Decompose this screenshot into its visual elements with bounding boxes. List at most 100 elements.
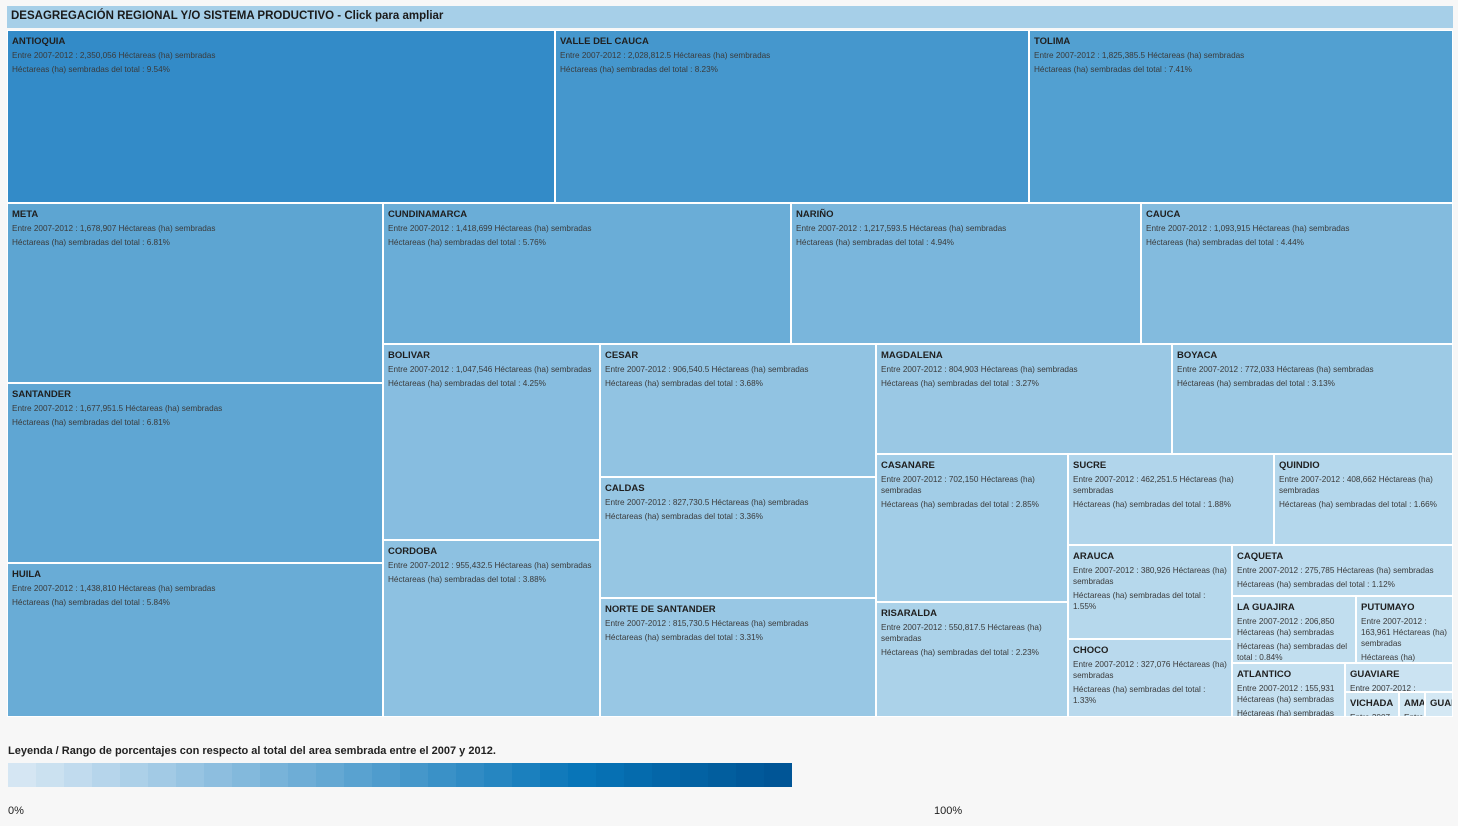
cell-value-text: Entre 2007-2012 : 804,903 Héctareas (ha)… [881, 365, 1078, 374]
cell-value-text: Entre 2007-2012 : 462,251.5 Héctareas (h… [1073, 475, 1234, 495]
treemap-cell-cordoba[interactable]: CORDOBA Entre 2007-2012 : 955,432.5 Hécta… [383, 540, 600, 717]
legend-swatch [8, 763, 36, 787]
cell-value-text: Entre 2007-2012 : 275,785 Héctareas (ha)… [1237, 566, 1434, 575]
cell-name: CHOCO [1073, 645, 1109, 656]
legend-swatch [232, 763, 260, 787]
treemap-cell-atlantico[interactable]: ATLANTICO Entre 2007-2012 : 155,931 Hécta… [1232, 663, 1345, 717]
cell-name: NARIÑO [796, 209, 834, 220]
cell-percent-text: Héctareas (ha) sembradas del total : 6.8… [12, 238, 170, 247]
cell-percent-text: Héctareas (ha) sembradas del total : 4.2… [388, 379, 546, 388]
legend-max-label: 100% [934, 805, 963, 817]
legend-swatch [484, 763, 512, 787]
cell-name: GUAVIARE [1350, 669, 1400, 680]
legend-swatch [428, 763, 456, 787]
treemap-cell-narino[interactable]: NARIÑO Entre 2007-2012 : 1,217,593.5 Héct… [791, 203, 1141, 344]
treemap-cell-magdalena[interactable]: MAGDALENA Entre 2007-2012 : 804,903 Hécta… [876, 344, 1172, 454]
treemap-cell-boyaca[interactable]: BOYACA Entre 2007-2012 : 772,033 Héctarea… [1172, 344, 1453, 454]
cell-percent-text: Héctareas (ha) sembradas [1237, 709, 1334, 717]
cell-percent-text: Héctareas (ha) sembradas del total : 4.4… [1146, 238, 1304, 247]
treemap-cell-vichada[interactable]: VICHADA Entre 2007- [1345, 692, 1399, 717]
cell-percent-text: Héctareas (ha) sembradas del total : 3.1… [1177, 379, 1335, 388]
treemap-cell-ama[interactable]: AMA Entre [1399, 692, 1425, 717]
cell-name: ATLANTICO [1237, 669, 1292, 680]
cell-percent-text: Héctareas (ha) sembradas del total : 3.8… [388, 575, 546, 584]
cell-name: CAUCA [1146, 209, 1181, 220]
cell-percent-text: Héctareas (ha) sembradas del total : 8.2… [560, 65, 718, 74]
treemap-cell-guaviare[interactable]: GUAVIARE Entre 2007-2012 : 80,174.5 [1345, 663, 1453, 692]
treemap-cell-risaralda[interactable]: RISARALDA Entre 2007-2012 : 550,817.5 Héc… [876, 602, 1068, 717]
cell-value-text: Entre 2007-2012 : 1,217,593.5 Héctareas … [796, 224, 1007, 233]
treemap-cell-antioquia[interactable]: ANTIOQUIA Entre 2007-2012 : 2,350,056 Héc… [7, 30, 555, 203]
legend-swatch [372, 763, 400, 787]
treemap-cell-arauca[interactable]: ARAUCA Entre 2007-2012 : 380,926 Héctarea… [1068, 545, 1232, 639]
cell-value-text: Entre 2007-2012 : 702,150 Héctareas (ha)… [881, 475, 1035, 495]
cell-percent-text: Héctareas (ha) sembradas del total : 9.5… [12, 65, 170, 74]
treemap-cell-casanare[interactable]: CASANARE Entre 2007-2012 : 702,150 Héctar… [876, 454, 1068, 602]
legend-swatch [708, 763, 736, 787]
cell-percent-text: Héctareas (ha) sembradas del total : 3.3… [605, 633, 763, 642]
cell-value-text: Entre 2007-2012 : 772,033 Héctareas (ha)… [1177, 365, 1374, 374]
treemap-cell-meta[interactable]: META Entre 2007-2012 : 1,678,907 Héctarea… [7, 203, 383, 383]
cell-percent-text: Héctareas (ha) sembradas del total : 3.3… [605, 512, 763, 521]
treemap-cell-bolivar[interactable]: BOLIVAR Entre 2007-2012 : 1,047,546 Hécta… [383, 344, 600, 540]
cell-name: QUINDIO [1279, 460, 1320, 471]
legend-swatch [148, 763, 176, 787]
cell-value-text: Entre [1404, 712, 1424, 716]
treemap-cell-caldas[interactable]: CALDAS Entre 2007-2012 : 827,730.5 Héctar… [600, 477, 876, 598]
cell-name: META [12, 209, 39, 220]
legend-swatch [64, 763, 92, 787]
cell-percent-text: Héctareas (ha) sembradas del total : 7.4… [1034, 65, 1192, 74]
cell-name: MAGDALENA [881, 350, 943, 361]
treemap-cell-cesar[interactable]: CESAR Entre 2007-2012 : 906,540.5 Héctare… [600, 344, 876, 477]
cell-value-text: Entre 2007-2012 : 2,028,812.5 Héctareas … [560, 51, 771, 60]
cell-value-text: Entre 2007-2012 : 2,350,056 Héctareas (h… [12, 51, 216, 60]
cell-name: CASANARE [881, 460, 935, 471]
cell-value-text: Entre 2007-2012 : 906,540.5 Héctareas (h… [605, 365, 809, 374]
treemap-cell-norte-de-santander[interactable]: NORTE DE SANTANDER Entre 2007-2012 : 815,… [600, 598, 876, 717]
treemap-cell-la-guajira[interactable]: LA GUAJIRA Entre 2007-2012 : 206,850 Héct… [1232, 596, 1356, 663]
cell-name: NORTE DE SANTANDER [605, 604, 716, 615]
cell-value-text: Entre 2007-2012 : 1,438,810 Héctareas (h… [12, 584, 216, 593]
treemap-title[interactable]: DESAGREGACIÓN REGIONAL Y/O SISTEMA PRODU… [7, 6, 1453, 28]
treemap-cell-huila[interactable]: HUILA Entre 2007-2012 : 1,438,810 Héctare… [7, 563, 383, 717]
treemap-cell-valle-del-cauca[interactable]: VALLE DEL CAUCA Entre 2007-2012 : 2,028,8… [555, 30, 1029, 203]
treemap-cell-cauca[interactable]: CAUCA Entre 2007-2012 : 1,093,915 Héctare… [1141, 203, 1453, 344]
treemap-cell-sucre[interactable]: SUCRE Entre 2007-2012 : 462,251.5 Héctare… [1068, 454, 1274, 545]
cell-percent-text: Héctareas (ha) [1361, 653, 1416, 662]
treemap-cell-cundinamarca[interactable]: CUNDINAMARCA Entre 2007-2012 : 1,418,699 … [383, 203, 791, 344]
cell-value-text: Entre 2007-2012 : 163,961 Héctareas (ha)… [1361, 617, 1448, 648]
cell-value-text: Entre 2007-2012 : 955,432.5 Héctareas (h… [388, 561, 592, 570]
legend-swatch [260, 763, 288, 787]
legend-swatch [680, 763, 708, 787]
treemap-cell-caqueta[interactable]: CAQUETA Entre 2007-2012 : 275,785 Héctare… [1232, 545, 1453, 596]
treemap-cell-choco[interactable]: CHOCO Entre 2007-2012 : 327,076 Héctareas… [1068, 639, 1232, 717]
cell-name: ARAUCA [1073, 551, 1115, 562]
cell-value-text: Entre 2007-2012 : 80,174.5 [1350, 684, 1416, 692]
cell-name: HUILA [12, 569, 42, 580]
treemap-cell-guain[interactable]: GUAIN [1425, 692, 1453, 717]
cell-value-text: Entre 2007-2012 : 815,730.5 Héctareas (h… [605, 619, 809, 628]
legend-swatch [540, 763, 568, 787]
cell-name: CAQUETA [1237, 551, 1284, 562]
cell-value-text: Entre 2007-2012 : 327,076 Héctareas (ha)… [1073, 660, 1227, 680]
treemap-cell-tolima[interactable]: TOLIMA Entre 2007-2012 : 1,825,385.5 Héct… [1029, 30, 1453, 203]
cell-name: AMA [1404, 698, 1425, 709]
treemap-cell-quindio[interactable]: QUINDIO Entre 2007-2012 : 408,662 Héctare… [1274, 454, 1453, 545]
cell-value-text: Entre 2007-2012 : 827,730.5 Héctareas (h… [605, 498, 809, 507]
cell-percent-text: Héctareas (ha) sembradas del total : 2.2… [881, 648, 1039, 657]
treemap-cell-santander[interactable]: SANTANDER Entre 2007-2012 : 1,677,951.5 H… [7, 383, 383, 563]
legend-swatch [764, 763, 792, 787]
treemap-cell-putumayo[interactable]: PUTUMAYO Entre 2007-2012 : 163,961 Héctar… [1356, 596, 1453, 663]
cell-percent-text: Héctareas (ha) sembradas del total : 1.8… [1073, 500, 1231, 509]
cell-percent-text: Héctareas (ha) sembradas del total : 0.8… [1237, 642, 1348, 662]
cell-name: SANTANDER [12, 389, 71, 400]
legend-swatch [288, 763, 316, 787]
legend-swatch [344, 763, 372, 787]
cell-name: CORDOBA [388, 546, 438, 557]
legend-color-scale [8, 763, 792, 787]
legend-swatch [400, 763, 428, 787]
legend-swatch [120, 763, 148, 787]
cell-name: RISARALDA [881, 608, 937, 619]
cell-value-text: Entre 2007-2012 : 380,926 Héctareas (ha)… [1073, 566, 1227, 586]
legend-swatch [736, 763, 764, 787]
